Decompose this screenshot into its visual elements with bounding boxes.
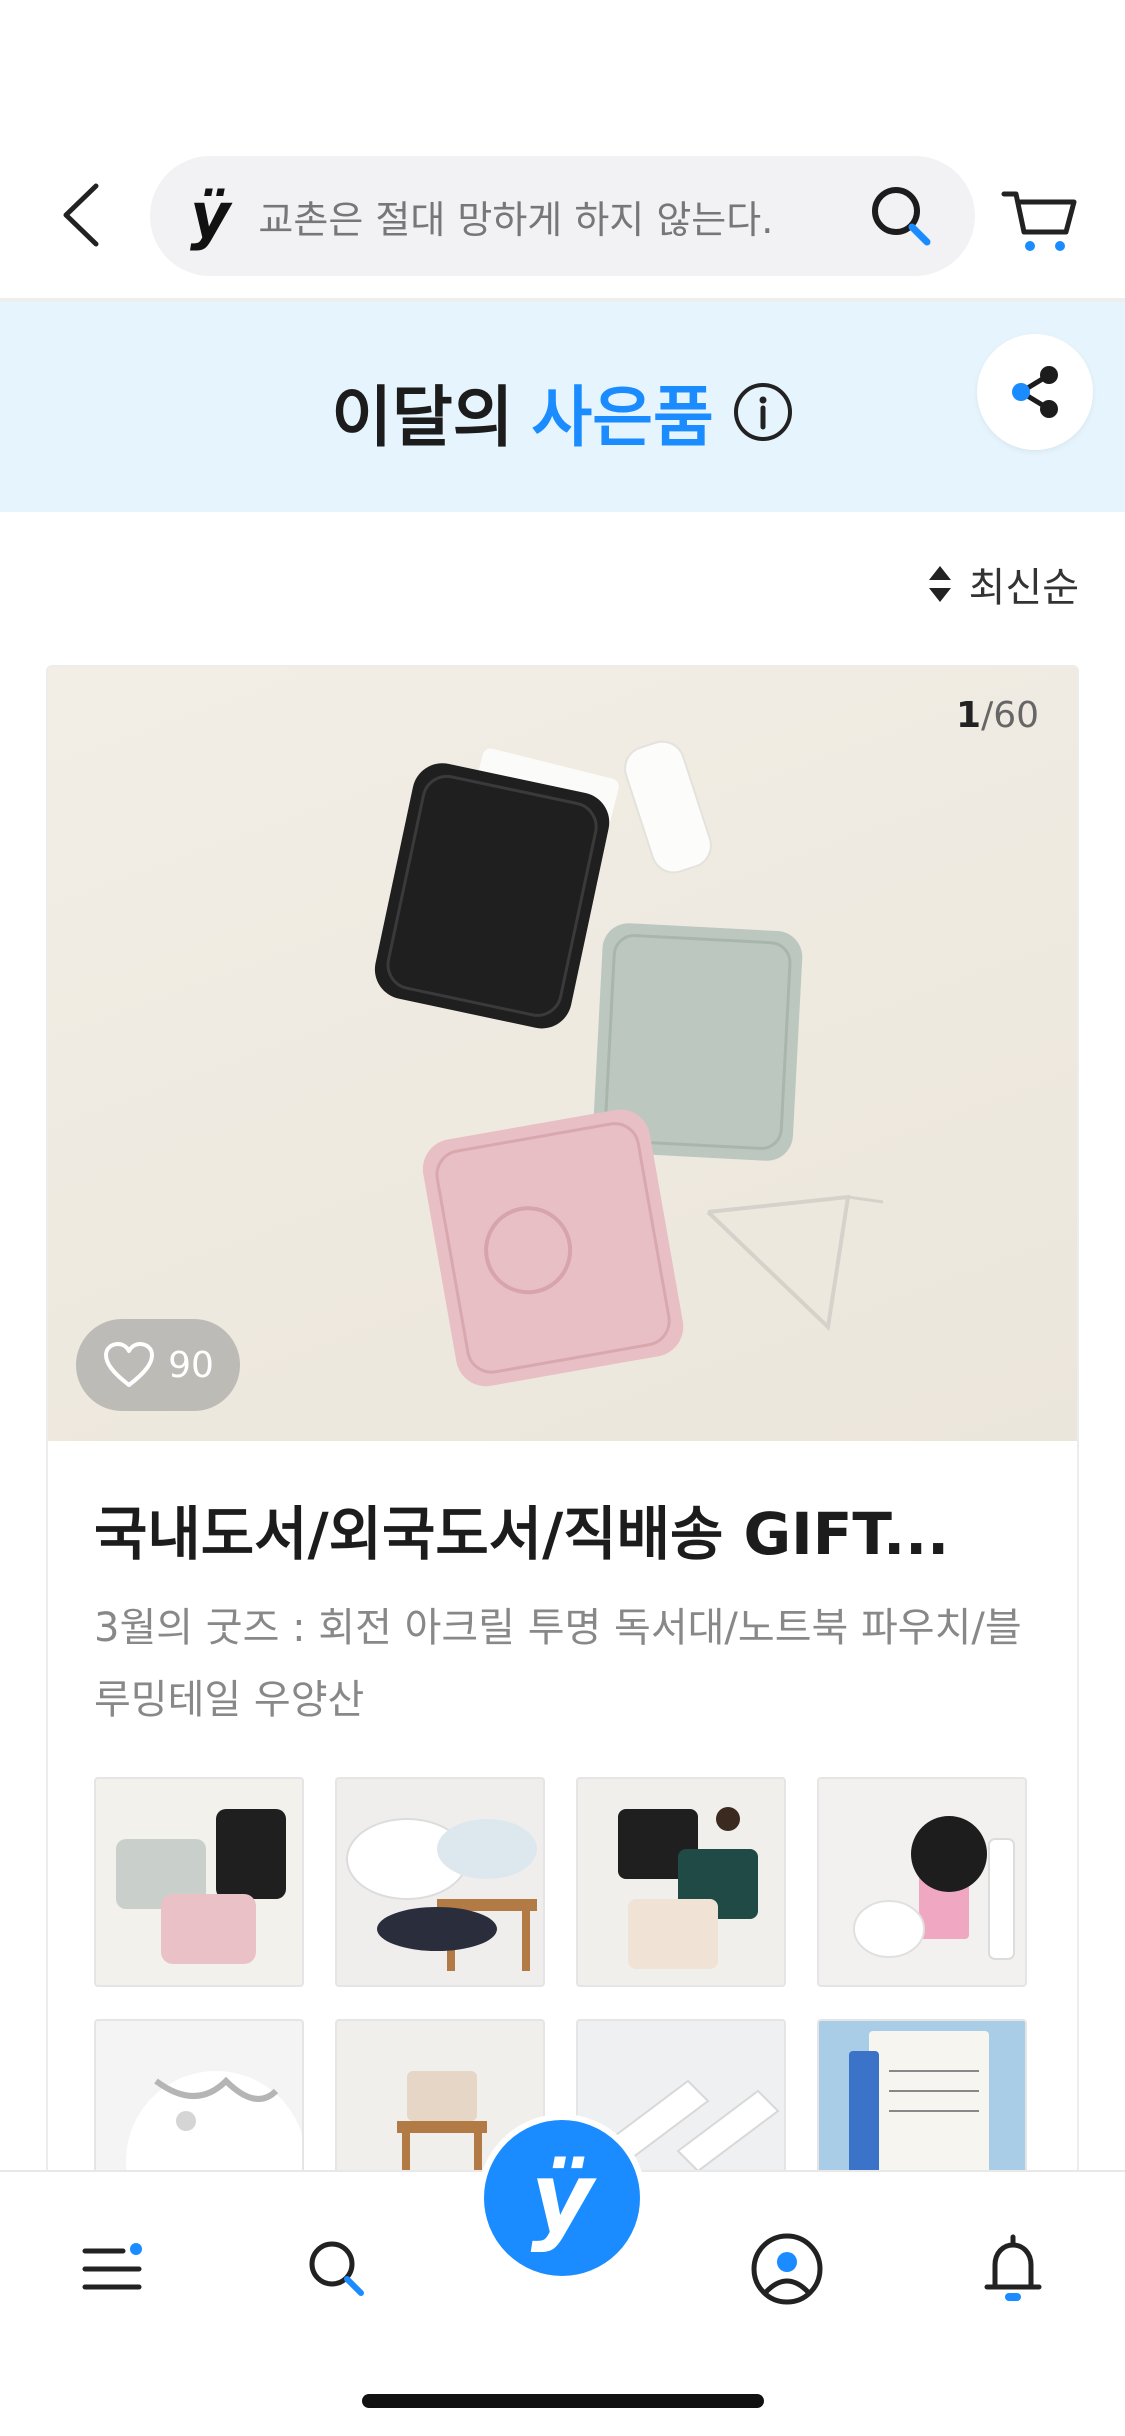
- heart-icon: [104, 1342, 155, 1387]
- nav-search[interactable]: [292, 2224, 382, 2314]
- nav-home[interactable]: ÿ: [478, 2114, 646, 2282]
- thumbnail-plush-doll[interactable]: [817, 1777, 1027, 1987]
- gift-card[interactable]: 1/60 90 국내도서/외국도서/직배송 GIFT... 3월의 굿즈 : 회…: [46, 665, 1079, 2185]
- image-counter-current: 1: [956, 695, 982, 736]
- monthly-gift-banner: 이달의 사은품: [0, 302, 1125, 512]
- share-button[interactable]: [977, 334, 1093, 450]
- image-counter-total: /60: [981, 695, 1039, 736]
- search-bar[interactable]: ÿ 교촌은 절대 망하게 하지 않는다.: [150, 156, 975, 276]
- sort-icon: [928, 566, 951, 602]
- nav-notifications[interactable]: [968, 2224, 1058, 2314]
- gift-subtitle: 3월의 굿즈 : 회전 아크릴 투명 독서대/노트북 파우치/블루밍테일 우양산: [94, 1605, 1022, 1723]
- share-icon: [1012, 366, 1058, 418]
- user-icon: [751, 2233, 823, 2305]
- chevron-left-icon: [63, 183, 99, 247]
- thumbnail-parasol[interactable]: [335, 1777, 545, 1987]
- search-icon[interactable]: [867, 182, 935, 250]
- yes24-logo: ÿ: [190, 179, 231, 252]
- bell-icon: [984, 2234, 1042, 2301]
- banner-title-prefix: 이달의: [331, 379, 514, 456]
- like-count: 90: [168, 1344, 214, 1386]
- gift-title[interactable]: 국내도서/외국도서/직배송 GIFT...: [94, 1487, 1034, 1571]
- thumbnail-laptop-pouch[interactable]: [576, 1777, 786, 1987]
- search-icon: [309, 2241, 364, 2296]
- cart-icon[interactable]: [1000, 186, 1080, 256]
- sort-label: 최신순: [968, 565, 1079, 611]
- thumbnail-letter[interactable]: [817, 2019, 1027, 2183]
- nav-my-page[interactable]: [742, 2224, 832, 2314]
- sort-dropdown[interactable]: 최신순: [927, 555, 1079, 613]
- back-button[interactable]: [50, 180, 110, 250]
- top-header: ÿ 교촌은 절대 망하게 하지 않는다.: [0, 150, 1125, 280]
- like-button[interactable]: 90: [76, 1319, 240, 1411]
- banner-title: 이달의 사은품: [0, 364, 1125, 460]
- gift-hero-image[interactable]: 1/60 90: [48, 667, 1077, 1441]
- image-counter: 1/60: [956, 695, 1039, 736]
- thumbnail-keyring[interactable]: [94, 2019, 304, 2183]
- info-icon[interactable]: [732, 381, 794, 443]
- yes24-logo: ÿ: [530, 2142, 594, 2254]
- banner-title-accent: 사은품: [531, 379, 714, 456]
- nav-menu[interactable]: [68, 2224, 158, 2314]
- menu-icon: [82, 2243, 142, 2290]
- home-indicator: [362, 2394, 764, 2408]
- thumbnail-pouches[interactable]: [94, 1777, 304, 1987]
